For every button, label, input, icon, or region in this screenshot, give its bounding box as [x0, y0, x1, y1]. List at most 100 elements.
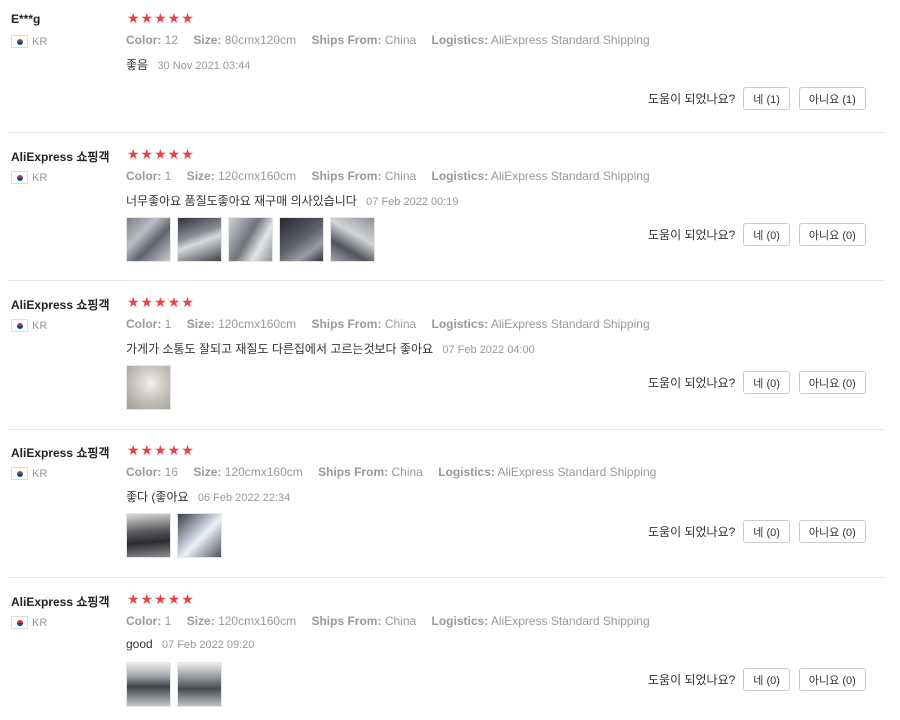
logistics-value: AliExpress Standard Shipping	[497, 465, 657, 479]
review-comment: 좋음 30 Nov 2021 03:44	[126, 56, 250, 73]
size-label: Size:	[193, 465, 222, 479]
review-date: 07 Feb 2022 00:19	[366, 196, 459, 208]
size-value: 120cmx160cm	[218, 317, 297, 331]
color-value: 1	[164, 169, 172, 183]
helpful-yes-button[interactable]: 네 (1)	[743, 87, 790, 110]
star-rating: ★★★★★	[127, 294, 195, 310]
helpful-question: 도움이 되었나요?	[648, 228, 736, 242]
ships-from-label: Ships From:	[318, 465, 389, 479]
size-label: Size:	[193, 33, 222, 47]
review-comment: 너무좋아요 품질도좋아요 재구매 의사있습니다 07 Feb 2022 00:1…	[126, 192, 459, 209]
reviewer-country: KR	[11, 171, 47, 184]
ships-from-value: China	[384, 614, 417, 628]
helpful-no-button[interactable]: 아니요 (0)	[798, 668, 866, 691]
logistics-value: AliExpress Standard Shipping	[490, 317, 650, 331]
reviewer-name: AliExpress 쇼핑객	[11, 446, 110, 460]
kr-flag-icon	[11, 467, 28, 480]
kr-flag-icon	[11, 35, 28, 48]
reviewer-name: AliExpress 쇼핑객	[11, 298, 110, 312]
review-photo-thumbnail[interactable]	[126, 513, 171, 558]
helpful-question: 도움이 되었나요?	[648, 376, 736, 390]
logistics-label: Logistics:	[431, 33, 489, 47]
color-value: 1	[164, 614, 172, 628]
ships-from-value: China	[384, 33, 417, 47]
country-code: KR	[32, 319, 48, 332]
color-value: 12	[164, 33, 179, 47]
review-photo-thumbnail[interactable]	[126, 365, 171, 410]
helpful-no-button[interactable]: 아니요 (1)	[798, 87, 866, 110]
helpful-yes-button[interactable]: 네 (0)	[743, 371, 790, 394]
star-rating: ★★★★★	[127, 10, 195, 26]
review-comment: 가게가 소통도 잘되고 재질도 다른집에서 고르는것보다 좋아요 07 Feb …	[126, 340, 535, 357]
helpful-no-button[interactable]: 아니요 (0)	[798, 520, 866, 543]
ships-from-value: China	[391, 465, 423, 479]
reviewer-country: KR	[11, 35, 47, 48]
country-code: KR	[32, 35, 48, 48]
comment-text: 가게가 소통도 잘되고 재질도 다른집에서 고르는것보다 좋아요	[126, 342, 434, 356]
kr-flag-icon	[11, 171, 28, 184]
review-comment: 좋다 (좋아요 06 Feb 2022 22:34	[126, 488, 290, 505]
review-photo-thumbnail[interactable]	[177, 513, 222, 558]
helpful-yes-button[interactable]: 네 (0)	[743, 668, 790, 691]
helpful-yes-button[interactable]: 네 (0)	[743, 223, 790, 246]
review-divider	[8, 280, 885, 281]
review-date: 30 Nov 2021 03:44	[157, 60, 251, 72]
reviewer-country: KR	[11, 616, 47, 629]
comment-text: 좋다 (좋아요	[126, 490, 189, 504]
size-value: 80cmx120cm	[224, 33, 297, 47]
reviewer-name: AliExpress 쇼핑객	[11, 595, 110, 609]
country-code: KR	[32, 171, 48, 184]
ships-from-label: Ships From:	[311, 169, 382, 183]
review-divider	[8, 577, 885, 578]
comment-text: 좋음	[126, 58, 149, 72]
review-comment: good 07 Feb 2022 09:20	[126, 637, 254, 651]
size-value: 120cmx160cm	[218, 614, 297, 628]
ships-from-value: China	[384, 169, 417, 183]
helpful-question: 도움이 되었나요?	[648, 525, 736, 539]
helpful-no-button[interactable]: 아니요 (0)	[798, 371, 866, 394]
logistics-value: AliExpress Standard Shipping	[490, 614, 650, 628]
review-photo-thumbnail[interactable]	[177, 217, 222, 262]
ships-from-label: Ships From:	[311, 33, 382, 47]
helpful-vote: 도움이 되었나요? 네 (0) 아니요 (0)	[648, 668, 875, 691]
review-photos	[126, 217, 375, 262]
review-photo-thumbnail[interactable]	[279, 217, 324, 262]
helpful-vote: 도움이 되었나요? 네 (1) 아니요 (1)	[648, 87, 875, 110]
logistics-label: Logistics:	[431, 169, 489, 183]
comment-text: good	[126, 637, 153, 651]
comment-text: 너무좋아요 품질도좋아요 재구매 의사있습니다	[126, 194, 357, 208]
star-rating: ★★★★★	[127, 146, 195, 162]
reviewer-country: KR	[11, 467, 47, 480]
color-label: Color:	[126, 614, 162, 628]
logistics-value: AliExpress Standard Shipping	[490, 33, 650, 47]
review-photo-thumbnail[interactable]	[228, 217, 273, 262]
helpful-yes-button[interactable]: 네 (0)	[743, 520, 790, 543]
review-divider	[8, 132, 885, 133]
ships-from-label: Ships From:	[311, 317, 382, 331]
kr-flag-icon	[11, 616, 28, 629]
review-meta: Color: 16 Size: 120cmx160cm Ships From: …	[126, 465, 668, 479]
size-label: Size:	[186, 169, 215, 183]
helpful-vote: 도움이 되었나요? 네 (0) 아니요 (0)	[648, 223, 875, 246]
helpful-question: 도움이 되었나요?	[648, 673, 736, 687]
review-photos	[126, 513, 222, 558]
color-value: 16	[164, 465, 179, 479]
star-rating: ★★★★★	[127, 591, 195, 607]
helpful-vote: 도움이 되었나요? 네 (0) 아니요 (0)	[648, 371, 875, 394]
logistics-label: Logistics:	[431, 317, 489, 331]
helpful-no-button[interactable]: 아니요 (0)	[798, 223, 866, 246]
helpful-question: 도움이 되었나요?	[648, 92, 736, 106]
review-photo-thumbnail[interactable]	[126, 662, 171, 707]
review-photo-thumbnail[interactable]	[177, 662, 222, 707]
size-value: 120cmx160cm	[218, 169, 297, 183]
review-photos	[126, 662, 222, 707]
color-label: Color:	[126, 317, 162, 331]
review-photo-thumbnail[interactable]	[330, 217, 375, 262]
helpful-vote: 도움이 되었나요? 네 (0) 아니요 (0)	[648, 520, 875, 543]
color-label: Color:	[126, 169, 162, 183]
review-meta: Color: 12 Size: 80cmx120cm Ships From: C…	[126, 33, 662, 47]
star-rating: ★★★★★	[127, 442, 195, 458]
review-photo-thumbnail[interactable]	[126, 217, 171, 262]
ships-from-label: Ships From:	[311, 614, 382, 628]
ships-from-value: China	[384, 317, 417, 331]
